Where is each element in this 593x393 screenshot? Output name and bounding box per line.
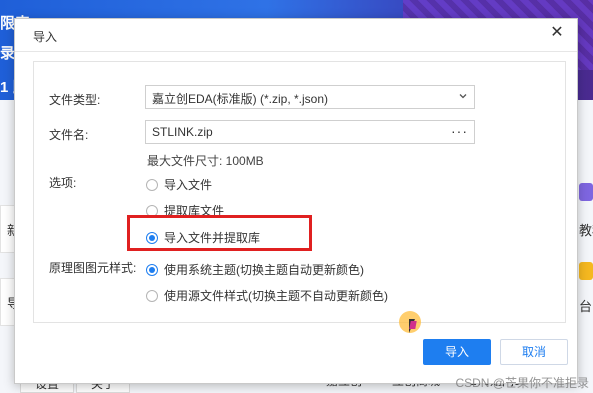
file-type-label: 文件类型: [49,93,101,107]
watermark: CSDN @芒果你不准拒录 [455,376,589,390]
style-label: 原理图图元样式: [49,261,137,275]
file-name-field[interactable]: STLINK.zip ··· [145,120,475,144]
close-icon[interactable]: ✕ [549,25,565,41]
max-size-hint: 最大文件尺寸: 100MB [147,154,264,168]
mouse-cursor-icon [409,319,421,333]
dialog-title: 导入 [33,30,58,44]
import-button[interactable]: 导入 [423,339,491,365]
right-panel-text: 台 [579,299,593,314]
chevron-down-icon [459,94,467,99]
radio-icon [146,178,158,191]
annotation-highlight-box [127,215,312,251]
style-source-file[interactable]: 使用源文件样式(切换主题不自动更新颜色) [146,287,388,304]
file-type-select[interactable]: 嘉立创EDA(标准版) (*.zip, *.json) [145,85,475,109]
import-dialog: 导入 ✕ 文件类型: 嘉立创EDA(标准版) (*.zip, *.json) 文… [14,18,578,384]
option-import-file[interactable]: 导入文件 [146,176,212,193]
option-label: 导入文件 [164,178,213,192]
options-label: 选项: [49,176,77,190]
right-panel-text: 教程 [579,223,593,238]
file-type-value: 嘉立创EDA(标准版) (*.zip, *.json) [152,92,329,106]
file-name-value: STLINK.zip [152,125,213,139]
divider [15,51,577,52]
style-option-label: 使用源文件样式(切换主题不自动更新颜色) [164,289,388,303]
style-system-theme[interactable]: 使用系统主题(切换主题自动更新颜色) [146,261,364,278]
browse-button[interactable]: ··· [451,123,468,139]
app-icon[interactable] [579,262,593,280]
style-option-label: 使用系统主题(切换主题自动更新颜色) [164,263,364,277]
radio-icon [146,263,158,276]
radio-icon [146,289,158,302]
app-icon[interactable] [579,183,593,201]
file-name-label: 文件名: [49,128,89,142]
cancel-button[interactable]: 取消 [500,339,568,365]
